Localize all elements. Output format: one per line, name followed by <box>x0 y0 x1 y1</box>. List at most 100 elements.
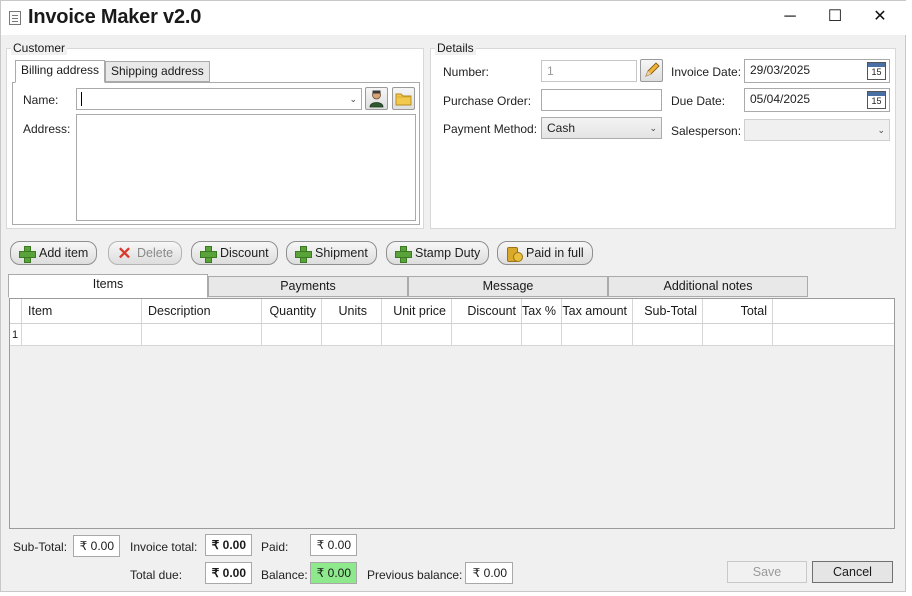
row-header-corner <box>10 299 22 323</box>
total-due-label: Total due: <box>130 568 183 582</box>
table-row[interactable]: 1 <box>10 324 894 346</box>
invoice-total-value: ₹ 0.00 <box>205 534 252 556</box>
invoice-date-value: 29/03/2025 <box>750 63 811 77</box>
purchase-order-field[interactable] <box>541 89 662 111</box>
subtotal-value: ₹ 0.00 <box>73 535 120 557</box>
total-due-value: ₹ 0.00 <box>205 562 252 584</box>
delete-x-icon: ✕ <box>117 244 132 263</box>
tab-billing-address[interactable]: Billing address <box>15 60 106 83</box>
stamp-duty-button[interactable]: Stamp Duty <box>386 241 490 265</box>
tab-payments[interactable]: Payments <box>208 276 408 297</box>
delete-button[interactable]: ✕ Delete <box>108 241 183 265</box>
paid-value: ₹ 0.00 <box>310 534 357 556</box>
row-index: 1 <box>10 324 22 345</box>
folder-icon <box>395 93 412 106</box>
salesperson-label: Salesperson: <box>671 124 742 138</box>
plus-icon <box>19 246 36 263</box>
column-header-sub-total[interactable]: Sub-Total <box>633 299 703 323</box>
plus-icon <box>200 246 217 263</box>
items-grid[interactable]: Item Description Quantity Units Unit pri… <box>9 298 895 529</box>
cell-description[interactable] <box>142 324 262 345</box>
number-field[interactable]: 1 <box>541 60 637 82</box>
maximize-icon[interactable]: ☐ <box>820 5 850 29</box>
due-date-label: Due Date: <box>671 94 726 108</box>
chevron-down-icon: ⌄ <box>877 125 885 135</box>
cell-quantity[interactable] <box>262 324 322 345</box>
paid-in-full-button[interactable]: Paid in full <box>497 241 593 265</box>
tab-additional-notes[interactable]: Additional notes <box>608 276 808 297</box>
payment-method-select[interactable]: Cash ⌄ <box>541 117 662 139</box>
column-header-quantity[interactable]: Quantity <box>262 299 322 323</box>
previous-balance-label: Previous balance: <box>367 568 463 582</box>
tab-message[interactable]: Message <box>408 276 608 297</box>
stamp-duty-label: Stamp Duty <box>415 246 481 260</box>
payment-method-label: Payment Method: <box>443 122 538 136</box>
column-header-description[interactable]: Description <box>142 299 262 323</box>
subtotal-label: Sub-Total: <box>13 540 68 554</box>
due-date-picker[interactable]: 05/04/2025 15 <box>744 88 890 112</box>
salesperson-select[interactable]: ⌄ <box>744 119 890 141</box>
cell-discount[interactable] <box>452 324 522 345</box>
payment-method-value: Cash <box>547 121 576 135</box>
chevron-down-icon: ⌄ <box>649 123 657 133</box>
cancel-button[interactable]: Cancel <box>812 561 893 583</box>
paid-label: Paid: <box>261 540 289 554</box>
column-header-units[interactable]: Units <box>322 299 382 323</box>
save-button[interactable]: Save <box>727 561 807 583</box>
previous-balance-value: ₹ 0.00 <box>465 562 513 584</box>
delete-label: Delete <box>137 246 174 260</box>
invoice-date-picker[interactable]: 29/03/2025 15 <box>744 59 890 83</box>
column-header-tax-percent[interactable]: Tax % <box>522 299 562 323</box>
pencil-icon <box>645 62 660 77</box>
name-label: Name: <box>23 93 59 107</box>
column-header-tax-amount[interactable]: Tax amount <box>562 299 633 323</box>
discount-button[interactable]: Discount <box>191 241 278 265</box>
details-legend: Details <box>435 41 476 55</box>
address-textarea[interactable] <box>76 114 416 221</box>
due-date-value: 05/04/2025 <box>750 92 811 106</box>
document-icon <box>9 11 21 25</box>
tab-items[interactable]: Items <box>8 274 208 298</box>
add-item-label: Add item <box>39 246 89 260</box>
grid-header: Item Description Quantity Units Unit pri… <box>10 299 894 324</box>
name-combobox[interactable]: ⌄ <box>76 88 362 110</box>
edit-number-button[interactable] <box>640 59 663 82</box>
coins-icon <box>506 246 523 262</box>
column-header-item[interactable]: Item <box>22 299 142 323</box>
cell-unit-price[interactable] <box>382 324 452 345</box>
customer-legend: Customer <box>11 41 68 55</box>
invoice-date-label: Invoice Date: <box>671 65 742 79</box>
cell-units[interactable] <box>322 324 382 345</box>
purchase-order-label: Purchase Order: <box>443 94 532 108</box>
discount-label: Discount <box>220 246 269 260</box>
column-header-discount[interactable]: Discount <box>452 299 522 323</box>
cell-sub-total[interactable] <box>633 324 703 345</box>
select-customer-button[interactable] <box>365 87 388 110</box>
shipment-label: Shipment <box>315 246 368 260</box>
address-label: Address: <box>23 122 71 136</box>
balance-value: ₹ 0.00 <box>310 562 357 584</box>
text-cursor <box>81 92 82 106</box>
open-folder-button[interactable] <box>392 87 415 110</box>
chevron-down-icon: ⌄ <box>349 94 357 104</box>
tab-shipping-address[interactable]: Shipping address <box>105 61 210 82</box>
title-bar: Invoice Maker v2.0 ─ ☐ ✕ <box>1 1 907 35</box>
window-title: Invoice Maker v2.0 <box>28 6 202 28</box>
column-header-total[interactable]: Total <box>703 299 773 323</box>
main-window: Invoice Maker v2.0 ─ ☐ ✕ Customer Billin… <box>0 0 907 592</box>
calendar-icon[interactable]: 15 <box>867 62 886 80</box>
invoice-total-label: Invoice total: <box>130 540 198 554</box>
column-header-unit-price[interactable]: Unit price <box>382 299 452 323</box>
plus-icon <box>395 246 412 263</box>
cell-tax-percent[interactable] <box>522 324 562 345</box>
cell-item[interactable] <box>22 324 142 345</box>
shipment-button[interactable]: Shipment <box>286 241 377 265</box>
cell-total[interactable] <box>703 324 773 345</box>
number-label: Number: <box>443 65 490 79</box>
add-item-button[interactable]: Add item <box>10 241 98 265</box>
cell-tax-amount[interactable] <box>562 324 633 345</box>
plus-icon <box>295 246 312 263</box>
minimize-icon[interactable]: ─ <box>775 5 805 29</box>
calendar-icon[interactable]: 15 <box>867 91 886 109</box>
close-icon[interactable]: ✕ <box>865 5 895 29</box>
